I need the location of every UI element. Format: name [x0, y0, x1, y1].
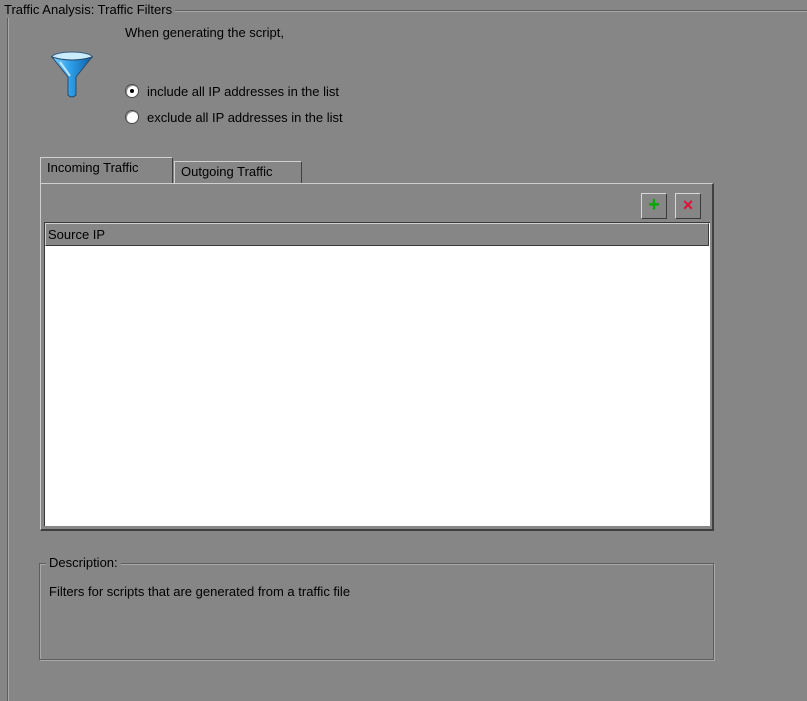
- funnel-icon: [50, 50, 94, 102]
- delete-ip-button[interactable]: ×: [675, 193, 701, 219]
- column-header-label: Source IP: [48, 227, 106, 242]
- plus-icon: +: [648, 194, 660, 216]
- group-title: Traffic Analysis: Traffic Filters: [1, 2, 176, 18]
- description-text: Filters for scripts that are generated f…: [49, 584, 351, 599]
- include-option[interactable]: include all IP addresses in the list: [126, 82, 339, 100]
- close-icon: ×: [682, 195, 694, 215]
- exclude-option[interactable]: exclude all IP addresses in the list: [126, 108, 343, 126]
- exclude-radio[interactable]: [126, 111, 138, 123]
- source-ip-column-header[interactable]: Source IP: [45, 223, 709, 246]
- intro-text: When generating the script,: [125, 25, 284, 40]
- traffic-filters-page: { "group": { "title": "Traffic Analysis:…: [0, 0, 807, 701]
- tab-incoming-label: Incoming Traffic: [47, 160, 139, 175]
- description-group: Description: Filters for scripts that ar…: [39, 555, 714, 660]
- tab-incoming-traffic[interactable]: Incoming Traffic: [40, 157, 173, 183]
- include-label[interactable]: include all IP addresses in the list: [147, 84, 339, 99]
- add-ip-button[interactable]: +: [641, 193, 667, 219]
- include-radio[interactable]: [126, 85, 138, 97]
- tab-outgoing-label: Outgoing Traffic: [181, 164, 273, 179]
- source-ip-list[interactable]: Source IP: [44, 222, 710, 526]
- tab-outgoing-traffic[interactable]: Outgoing Traffic: [174, 161, 302, 183]
- description-title: Description:: [46, 555, 121, 571]
- exclude-label[interactable]: exclude all IP addresses in the list: [147, 110, 343, 125]
